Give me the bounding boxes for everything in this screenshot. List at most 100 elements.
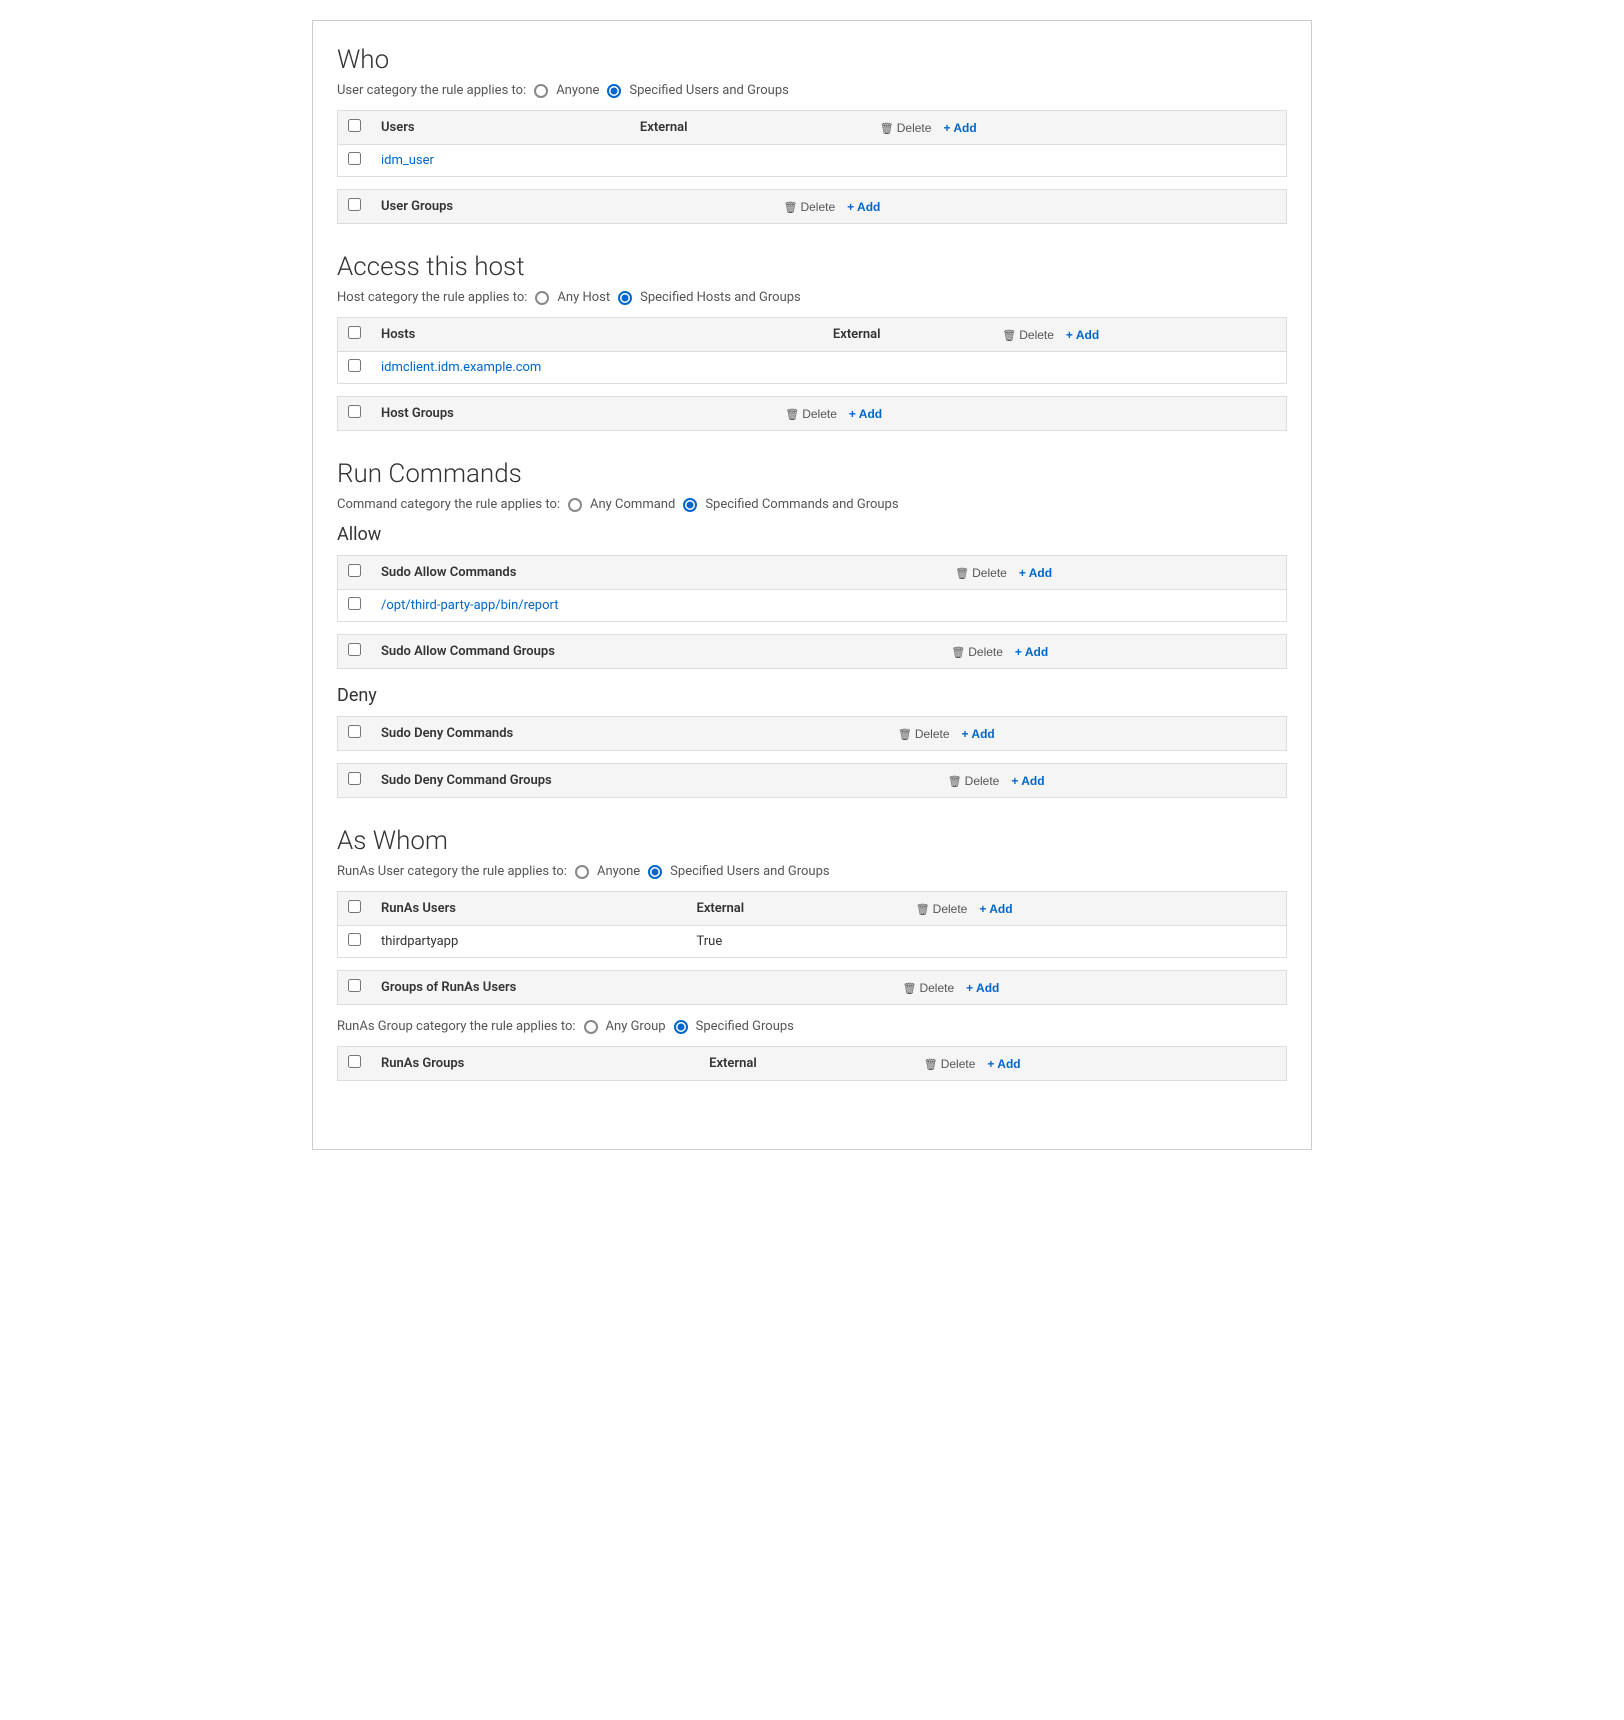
- host-groups-delete-button[interactable]: Delete: [785, 407, 837, 421]
- sudo-deny-command-groups-col: Sudo Deny Command Groups: [371, 764, 938, 798]
- users-col-external: External: [630, 111, 870, 145]
- users-table: Users External Delete + Add idm_user: [337, 110, 1287, 177]
- sudo-deny-commands-select-all[interactable]: [348, 725, 361, 738]
- runas-users-col-external: External: [687, 892, 906, 926]
- allow-subsection: Allow Sudo Allow Commands Delete + Add: [337, 524, 1287, 669]
- sudo-allow-command-link[interactable]: /opt/third-party-app/bin/report: [381, 598, 558, 613]
- sudo-allow-commands-select-all[interactable]: [348, 564, 361, 577]
- users-select-all-checkbox[interactable]: [348, 119, 361, 132]
- host-link[interactable]: idmclient.idm.example.com: [381, 360, 541, 375]
- host-row-checkbox[interactable]: [348, 359, 361, 372]
- deny-subsection: Deny Sudo Deny Commands Delete + Add: [337, 685, 1287, 798]
- users-delete-icon: [880, 121, 894, 135]
- runas-group-any-radio-empty: [584, 1020, 598, 1034]
- hosts-delete-icon: [1002, 328, 1016, 342]
- users-col-name: Users: [371, 111, 630, 145]
- runas-users-add-button[interactable]: + Add: [979, 902, 1012, 916]
- sudo-deny-commands-add-button[interactable]: + Add: [962, 727, 995, 741]
- access-host-section: Access this host Host category the rule …: [337, 252, 1287, 431]
- runas-groups-add-button[interactable]: + Add: [987, 1057, 1020, 1071]
- who-title: Who: [337, 45, 1287, 75]
- sudo-allow-commands-add-button[interactable]: + Add: [1019, 566, 1052, 580]
- run-commands-subtitle: Command category the rule applies to: An…: [337, 497, 1287, 512]
- run-commands-any-label: Any Command: [590, 497, 675, 512]
- groups-runas-users-select-all[interactable]: [348, 979, 361, 992]
- table-row: idmclient.idm.example.com: [338, 352, 1287, 384]
- runas-group-specified-label: Specified Groups: [696, 1019, 794, 1034]
- user-groups-select-all-checkbox[interactable]: [348, 198, 361, 211]
- sudo-deny-command-groups-delete-icon: [948, 774, 962, 788]
- sudo-deny-commands-delete-button[interactable]: Delete: [898, 727, 950, 741]
- runas-user-subtitle-text: RunAs User category the rule applies to:: [337, 864, 567, 879]
- user-groups-add-button[interactable]: + Add: [847, 200, 880, 214]
- table-row: /opt/third-party-app/bin/report: [338, 590, 1287, 622]
- sudo-deny-commands-col: Sudo Deny Commands: [371, 717, 888, 751]
- sudo-allow-command-groups-select-all[interactable]: [348, 643, 361, 656]
- table-row: thirdpartyapp True: [338, 926, 1287, 958]
- who-anyone-label: Anyone: [556, 83, 599, 98]
- users-add-button[interactable]: + Add: [943, 121, 976, 135]
- runas-users-col-name: RunAs Users: [371, 892, 687, 926]
- sudo-allow-commands-delete-button[interactable]: Delete: [955, 566, 1007, 580]
- runas-groups-select-all[interactable]: [348, 1055, 361, 1068]
- specified-commands-radio-dot: [683, 498, 697, 512]
- runas-group-any-label: Any Group: [606, 1019, 666, 1034]
- runas-user-row-checkbox[interactable]: [348, 933, 361, 946]
- groups-runas-users-add-button[interactable]: + Add: [966, 981, 999, 995]
- runas-users-select-all[interactable]: [348, 900, 361, 913]
- groups-of-runas-users-table: Groups of RunAs Users Delete + Add: [337, 970, 1287, 1005]
- groups-runas-users-col: Groups of RunAs Users: [371, 971, 892, 1005]
- runas-user-external: True: [687, 926, 906, 958]
- hosts-col-name: Hosts: [371, 318, 823, 352]
- sudo-allow-command-groups-table: Sudo Allow Command Groups Delete + Add: [337, 634, 1287, 669]
- run-commands-section: Run Commands Command category the rule a…: [337, 459, 1287, 798]
- sudo-allow-commands-table: Sudo Allow Commands Delete + Add /opt/th…: [337, 555, 1287, 622]
- sudo-allow-command-groups-delete-button[interactable]: Delete: [951, 645, 1003, 659]
- run-commands-subtitle-text: Command category the rule applies to:: [337, 497, 560, 512]
- runas-users-table: RunAs Users External Delete + Add thirdp…: [337, 891, 1287, 958]
- runas-groups-delete-button[interactable]: Delete: [924, 1057, 976, 1071]
- host-groups-table: Host Groups Delete + Add: [337, 396, 1287, 431]
- user-link[interactable]: idm_user: [381, 153, 434, 168]
- anyone-radio-empty: [534, 84, 548, 98]
- hosts-delete-button[interactable]: Delete: [1002, 328, 1054, 342]
- sudo-deny-command-groups-table: Sudo Deny Command Groups Delete + Add: [337, 763, 1287, 798]
- sudo-allow-command-row-checkbox[interactable]: [348, 597, 361, 610]
- sudo-deny-commands-delete-icon: [898, 727, 912, 741]
- host-groups-select-all-checkbox[interactable]: [348, 405, 361, 418]
- user-groups-delete-button[interactable]: Delete: [784, 200, 836, 214]
- sudo-deny-command-groups-delete-button[interactable]: Delete: [948, 774, 1000, 788]
- sudo-allow-commands-col: Sudo Allow Commands: [371, 556, 945, 590]
- runas-users-delete-button[interactable]: Delete: [916, 902, 968, 916]
- sudo-allow-command-groups-add-button[interactable]: + Add: [1015, 645, 1048, 659]
- sudo-deny-command-groups-select-all[interactable]: [348, 772, 361, 785]
- sudo-allow-command-groups-col: Sudo Allow Command Groups: [371, 635, 941, 669]
- sudo-allow-command-groups-delete-icon: [951, 645, 965, 659]
- host-groups-add-button[interactable]: + Add: [849, 407, 882, 421]
- sudo-deny-command-groups-add-button[interactable]: + Add: [1011, 774, 1044, 788]
- runas-groups-col-external: External: [699, 1047, 914, 1081]
- user-row-checkbox[interactable]: [348, 152, 361, 165]
- runas-specified-radio-dot: [648, 865, 662, 879]
- hosts-select-all-checkbox[interactable]: [348, 326, 361, 339]
- host-external: [823, 352, 992, 384]
- groups-runas-users-delete-button[interactable]: Delete: [902, 981, 954, 995]
- access-host-any-label: Any Host: [557, 290, 610, 305]
- users-delete-button[interactable]: Delete: [880, 121, 932, 135]
- runas-groups-col-name: RunAs Groups: [371, 1047, 699, 1081]
- runas-anyone-label: Anyone: [597, 864, 640, 879]
- user-external: [630, 145, 870, 177]
- runas-users-delete-icon: [916, 902, 930, 916]
- runas-anyone-radio-empty: [575, 865, 589, 879]
- runas-group-subtitle-text: RunAs Group category the rule applies to…: [337, 1019, 576, 1034]
- who-specified-label: Specified Users and Groups: [629, 83, 788, 98]
- hosts-add-button[interactable]: + Add: [1066, 328, 1099, 342]
- sudo-deny-commands-table: Sudo Deny Commands Delete + Add: [337, 716, 1287, 751]
- runas-groups-table: RunAs Groups External Delete + Add: [337, 1046, 1287, 1081]
- who-subtitle: User category the rule applies to: Anyon…: [337, 83, 1287, 98]
- user-groups-table: User Groups Delete + Add: [337, 189, 1287, 224]
- hosts-col-external: External: [823, 318, 992, 352]
- runas-user-subtitle: RunAs User category the rule applies to:…: [337, 864, 1287, 879]
- as-whom-title: As Whom: [337, 826, 1287, 856]
- runas-group-specified-radio-dot: [674, 1020, 688, 1034]
